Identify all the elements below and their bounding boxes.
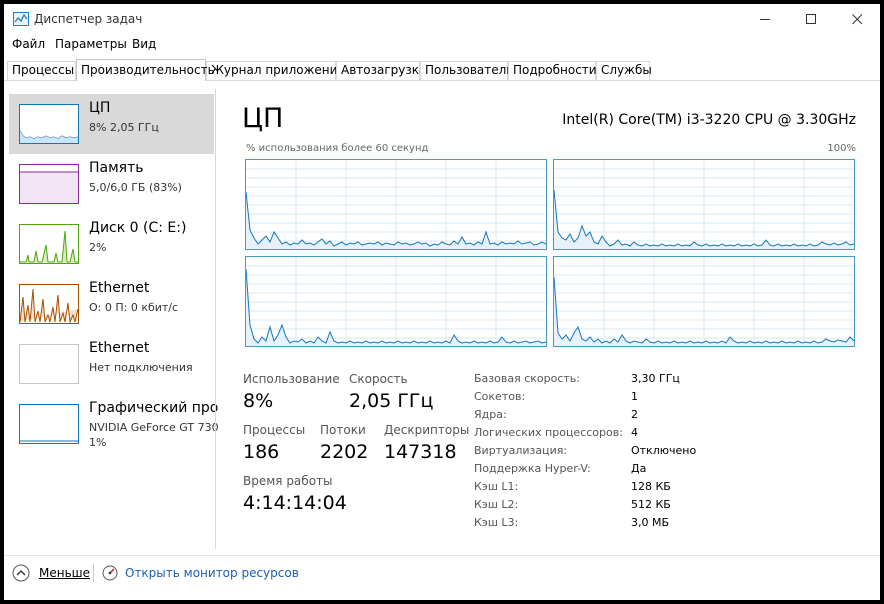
info-value: 4 xyxy=(631,426,638,439)
title-bar: Диспетчер задач xyxy=(4,4,880,34)
sidebar-item-title: Диск 0 (C: E:) xyxy=(89,220,187,236)
info-label: Сокетов: xyxy=(474,390,526,403)
speed-label: Скорость xyxy=(349,372,408,386)
footer-separator xyxy=(93,564,94,582)
sidebar-item-title: ЦП xyxy=(89,100,111,116)
core-graph-0 xyxy=(245,159,547,250)
tab-users[interactable]: Пользователи xyxy=(420,61,514,80)
task-manager-window: Диспетчер задач Файл Параметры Вид Проце… xyxy=(4,4,880,600)
processes-value: 186 xyxy=(243,441,280,463)
info-label: Кэш L1: xyxy=(474,480,519,493)
info-label: Базовая скорость: xyxy=(474,372,580,385)
sidebar-item-memory[interactable]: Память 5,0/6,0 ГБ (83%) xyxy=(9,154,214,214)
core-graph-svg xyxy=(246,257,546,346)
info-value: 3,30 ГГц xyxy=(631,372,680,385)
speed-value: 2,05 ГГц xyxy=(349,390,434,412)
usage-label: Использование xyxy=(243,372,340,386)
info-label: Ядра: xyxy=(474,408,507,421)
threads-label: Потоки xyxy=(320,423,366,437)
sidebar-item-disk[interactable]: Диск 0 (C: E:) 2% xyxy=(9,214,214,274)
tab-app-history[interactable]: Журнал приложений xyxy=(206,61,345,80)
info-value: 512 КБ xyxy=(631,498,671,511)
uptime-label: Время работы xyxy=(243,474,333,488)
core-graph-1 xyxy=(553,159,855,250)
gpu-thumbnail xyxy=(19,404,79,444)
uptime-value: 4:14:14:04 xyxy=(243,492,347,514)
graph-caption: % использования более 60 секунд xyxy=(246,143,429,154)
maximize-button[interactable] xyxy=(788,4,834,34)
info-label: Кэш L3: xyxy=(474,516,519,529)
footer-divider xyxy=(4,555,880,556)
menu-view[interactable]: Вид xyxy=(132,37,156,51)
sidebar-item-ethernet-2[interactable]: Ethernet Нет подключения xyxy=(9,334,214,394)
sidebar-item-title: Ethernet xyxy=(89,280,150,296)
close-icon xyxy=(852,14,863,25)
sidebar-item-subtitle: NVIDIA GeForce GT 730 xyxy=(89,421,219,434)
core-graph-svg xyxy=(554,160,854,249)
handles-value: 147318 xyxy=(384,441,457,463)
info-label: Логических процессоров: xyxy=(474,426,623,439)
usage-value: 8% xyxy=(243,390,274,412)
window-title: Диспетчер задач xyxy=(34,12,143,26)
maximize-icon xyxy=(806,14,816,24)
chevron-up-icon xyxy=(12,564,30,582)
info-value: 3,0 МБ xyxy=(631,516,670,529)
info-value: Отключено xyxy=(631,444,697,457)
menu-file[interactable]: Файл xyxy=(12,37,45,51)
cpu-detail-pane: ЦП Intel(R) Core(TM) i3-3220 CPU @ 3.30G… xyxy=(218,89,880,549)
tab-startup[interactable]: Автозагрузка xyxy=(336,61,426,80)
core-graph-3 xyxy=(553,256,855,347)
close-button[interactable] xyxy=(834,4,880,34)
tab-strip: Процессы Производительность Журнал прило… xyxy=(4,59,880,81)
page-title: ЦП xyxy=(242,103,284,134)
sidebar-item-ethernet-1[interactable]: Ethernet О: 0 П: 0 кбит/с xyxy=(9,274,214,334)
info-value: 128 КБ xyxy=(631,480,671,493)
sidebar-item-title: Графический про xyxy=(89,400,219,416)
core-graph-svg xyxy=(554,257,854,346)
info-label: Кэш L2: xyxy=(474,498,519,511)
sidebar-item-subtitle: 2% xyxy=(89,241,107,254)
tab-services[interactable]: Службы xyxy=(596,61,652,80)
info-label: Поддержка Hyper-V: xyxy=(474,462,591,475)
sidebar-item-gpu[interactable]: Графический про NVIDIA GeForce GT 730 1% xyxy=(9,394,219,454)
graph-max-label: 100% xyxy=(827,143,856,154)
sidebar-item-subtitle: Нет подключения xyxy=(89,361,193,374)
fewer-details-label: Меньше xyxy=(39,566,91,580)
info-value: 1 xyxy=(631,390,638,403)
menu-options[interactable]: Параметры xyxy=(55,37,127,51)
sidebar-item-subtitle: 8% 2,05 ГГц xyxy=(89,121,159,134)
memory-thumbnail xyxy=(19,164,79,204)
info-value: 2 xyxy=(631,408,638,421)
ethernet-thumbnail xyxy=(19,284,79,324)
ethernet-disconnected-thumbnail xyxy=(19,344,79,384)
tab-performance[interactable]: Производительность xyxy=(76,59,215,81)
task-manager-icon xyxy=(13,12,29,26)
cpu-model-name: Intel(R) Core(TM) i3-3220 CPU @ 3.30GHz xyxy=(562,112,856,128)
sidebar-item-subtitle-2: 1% xyxy=(89,436,107,449)
disk-thumbnail xyxy=(19,224,79,264)
sidebar-item-cpu[interactable]: ЦП 8% 2,05 ГГц xyxy=(9,94,214,154)
minimize-icon xyxy=(760,19,770,20)
open-resource-monitor-label: Открыть монитор ресурсов xyxy=(125,566,299,580)
tab-details[interactable]: Подробности xyxy=(508,61,597,80)
info-value: Да xyxy=(631,462,647,475)
core-graph-2 xyxy=(245,256,547,347)
core-graph-svg xyxy=(246,160,546,249)
cpu-thumbnail xyxy=(19,104,79,144)
minimize-button[interactable] xyxy=(742,4,788,34)
resource-sidebar: ЦП 8% 2,05 ГГц Память 5,0/6,0 ГБ (83%) Д… xyxy=(4,89,219,549)
cpu-core-graphs xyxy=(245,159,855,347)
sidebar-item-title: Ethernet xyxy=(89,340,150,356)
sidebar-item-subtitle: О: 0 П: 0 кбит/с xyxy=(89,301,179,314)
resource-monitor-icon xyxy=(102,565,118,581)
info-label: Виртуализация: xyxy=(474,444,568,457)
tab-processes[interactable]: Процессы xyxy=(7,61,76,80)
sidebar-item-title: Память xyxy=(89,160,144,176)
handles-label: Дескрипторы xyxy=(384,423,470,437)
pane-splitter[interactable] xyxy=(215,89,216,549)
threads-value: 2202 xyxy=(320,441,369,463)
sidebar-item-subtitle: 5,0/6,0 ГБ (83%) xyxy=(89,181,182,194)
processes-label: Процессы xyxy=(243,423,306,437)
